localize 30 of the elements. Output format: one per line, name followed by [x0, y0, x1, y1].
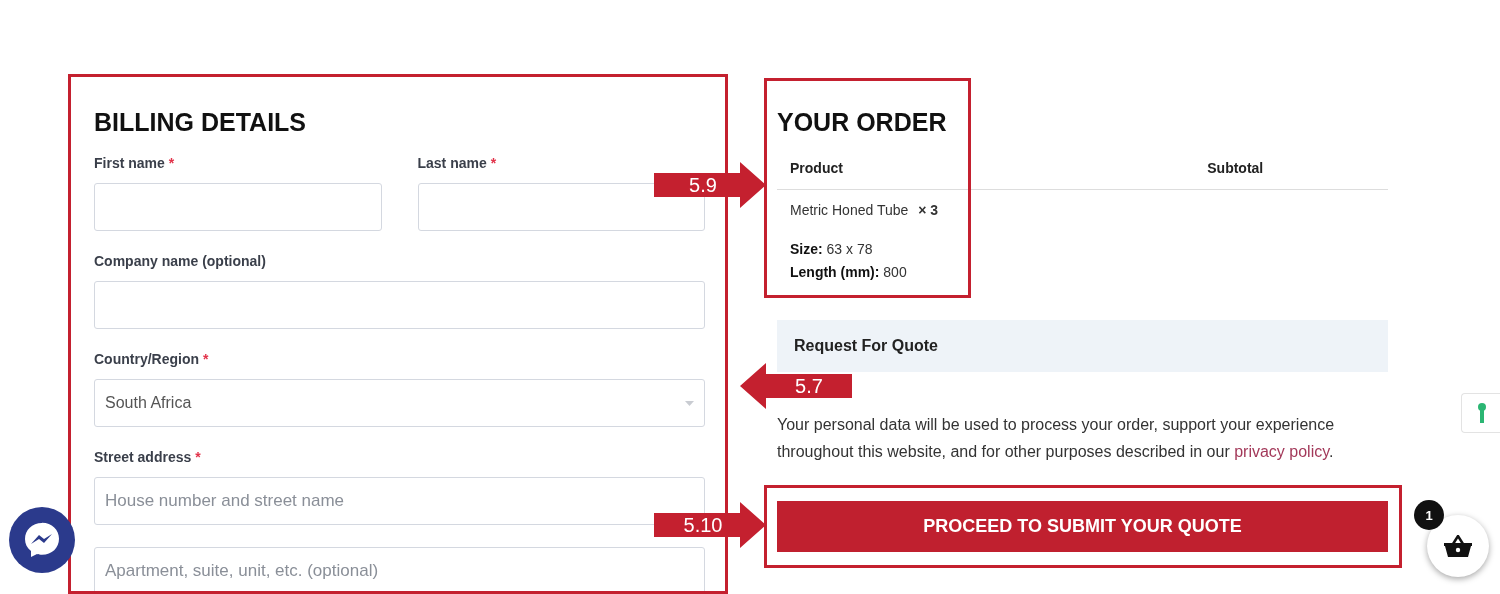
messenger-chat-icon[interactable]: [9, 507, 75, 573]
section-title: YOUR ORDER: [777, 107, 948, 138]
dropdown-caret-icon: [685, 400, 694, 406]
text-field[interactable]: Apartment, suite, unit, etc. (optional): [94, 547, 705, 594]
side-tab[interactable]: [1461, 393, 1500, 433]
basket-icon: [1444, 535, 1472, 557]
privacy-notice: Your personal data will be used to process your order, support your experience throughout this website, and for other purposes described in our privacy policy.: [777, 415, 1336, 462]
country-select[interactable]: South Africa: [94, 379, 705, 427]
section-title: BILLING DETAILS: [94, 107, 308, 138]
field-label: Country/Region *: [94, 351, 210, 368]
column-header: Product: [790, 160, 843, 176]
field-label: Company name (optional): [94, 253, 267, 270]
field-label: First name *: [94, 155, 176, 172]
payment-method-panel: Request For Quote: [777, 320, 1388, 372]
callout-arrow: 5.7: [740, 363, 852, 409]
keyhole-icon: [1477, 403, 1486, 423]
text-field[interactable]: [94, 183, 382, 231]
product-attribute: Size: 63 x 78: [790, 241, 873, 257]
field-label: Last name *: [417, 155, 498, 172]
callout-arrow: 5.10: [654, 502, 766, 548]
callout-arrow: 5.9: [654, 162, 766, 208]
field-label: Street address *: [94, 449, 202, 466]
submit-quote-button[interactable]: PROCEED TO SUBMIT YOUR QUOTE: [777, 501, 1388, 552]
product-attribute: Length (mm): 800: [790, 264, 907, 280]
product-quantity: × 3: [918, 202, 939, 218]
column-header: Subtotal: [1207, 160, 1264, 176]
cart-count-badge: 1: [1414, 500, 1444, 530]
text-field[interactable]: [94, 281, 705, 329]
privacy-policy-link[interactable]: privacy policy: [1234, 443, 1329, 460]
product-name: Metric Honed Tube: [790, 202, 909, 218]
